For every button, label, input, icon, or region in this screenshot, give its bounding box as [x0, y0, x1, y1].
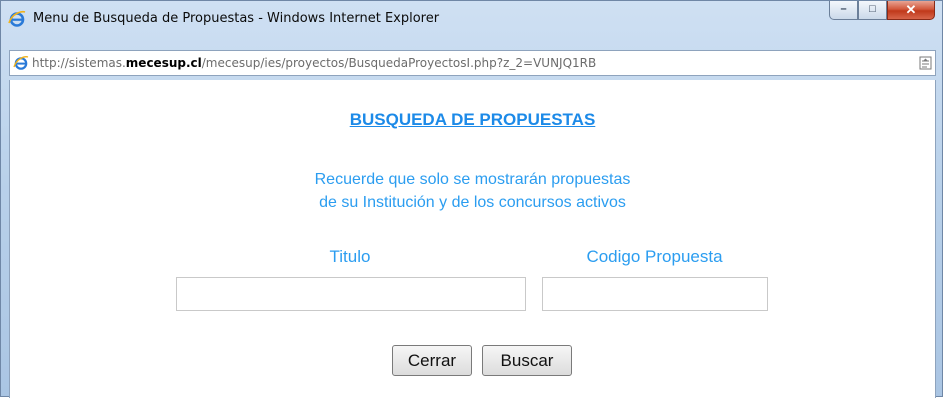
buscar-button[interactable]: Buscar — [482, 345, 572, 376]
page-heading: BUSQUEDA DE PROPUESTAS — [10, 110, 935, 130]
address-bar[interactable]: http://sistemas.mecesup.cl/mecesup/ies/p… — [9, 50, 936, 76]
notice-line-1: Recuerde que solo se mostrarán propuesta… — [314, 171, 631, 188]
minimize-button[interactable]: – — [829, 1, 858, 20]
address-url[interactable]: http://sistemas.mecesup.cl/mecesup/ies/p… — [32, 56, 596, 70]
close-window-button[interactable]: ✕ — [887, 1, 935, 20]
page-content: BUSQUEDA DE PROPUESTAS Recuerde que solo… — [9, 80, 936, 398]
notice-line-2: de su Institución y de los concursos act… — [319, 194, 626, 211]
url-path: /mecesup/ies/proyectos/BusquedaProyectos… — [201, 56, 597, 70]
title-bar[interactable]: Menu de Busqueda de Propuestas - Windows… — [1, 1, 942, 43]
url-domain: mecesup.cl — [125, 56, 202, 70]
minimize-icon: – — [840, 3, 847, 15]
compatibility-view-icon[interactable] — [919, 56, 932, 70]
ie-logo-icon — [8, 10, 26, 27]
codigo-propuesta-input[interactable] — [542, 277, 768, 311]
cerrar-button[interactable]: Cerrar — [392, 345, 472, 376]
titulo-label: Titulo — [329, 247, 371, 266]
page-heading-link[interactable]: BUSQUEDA DE PROPUESTAS — [350, 110, 596, 129]
browser-window: Menu de Busqueda de Propuestas - Windows… — [0, 0, 943, 398]
url-prefix: http://sistemas. — [32, 56, 126, 70]
close-icon: ✕ — [905, 2, 917, 17]
codigo-propuesta-label: Codigo Propuesta — [586, 247, 723, 266]
maximize-button[interactable]: □ — [858, 1, 887, 20]
maximize-icon: □ — [869, 3, 876, 15]
window-controls: – □ ✕ — [829, 1, 935, 21]
window-title: Menu de Busqueda de Propuestas - Windows… — [33, 11, 440, 26]
notice-text: Recuerde que solo se mostrarán propuesta… — [10, 168, 935, 214]
ie-page-icon — [13, 56, 29, 70]
titulo-input[interactable] — [176, 277, 526, 311]
